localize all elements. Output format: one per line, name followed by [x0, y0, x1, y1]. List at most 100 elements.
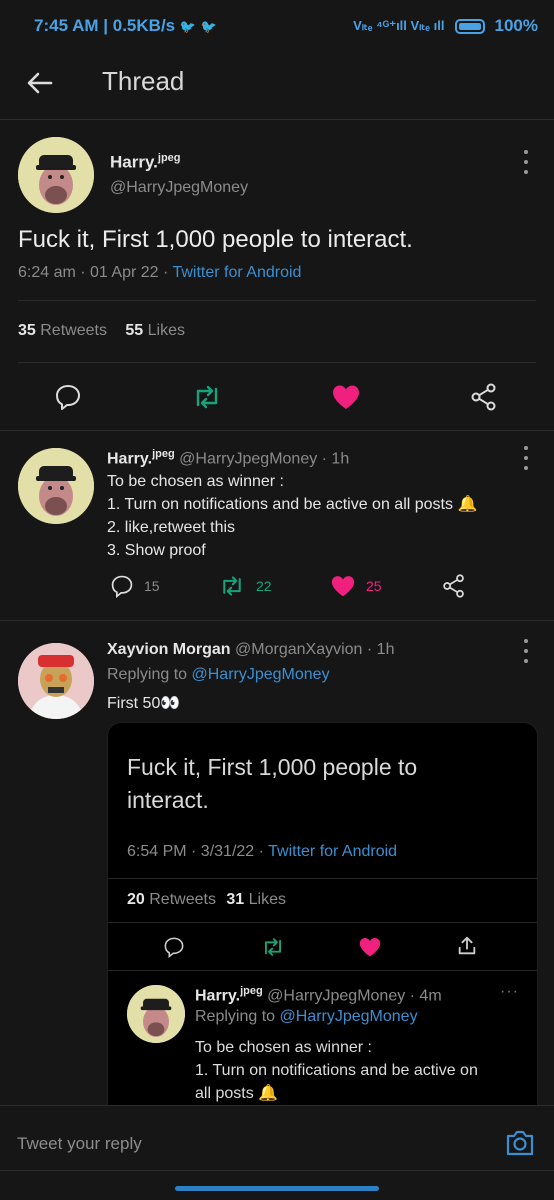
- like-icon: [331, 576, 355, 597]
- quoted-tweet-image[interactable]: Fuck it, First 1,000 people to interact.…: [107, 722, 538, 1122]
- nested-replying-to: Replying to @HarryJpegMoney: [195, 1008, 418, 1026]
- battery-icon: [454, 18, 485, 34]
- share-icon: [443, 574, 464, 598]
- skull-avatar-icon: [18, 643, 94, 719]
- retweet-icon[interactable]: [191, 383, 223, 411]
- more-options-horizontal-icon: ···: [500, 983, 519, 1000]
- retweet-icon: [223, 576, 241, 596]
- reply-line: 1. Turn on notifications and be active o…: [107, 496, 478, 513]
- quoted-timestamp: 6:54 PM · 3/31/22 ·: [127, 843, 269, 860]
- reply-action-retweet[interactable]: 22: [218, 574, 272, 598]
- reply-line: 2. like,retweet this: [107, 519, 236, 536]
- tweet-timestamp: 6:24 am · 01 Apr 22 ·: [18, 264, 173, 281]
- reply-line: all posts 🔔: [195, 1085, 279, 1102]
- tweet-source-link[interactable]: Twitter for Android: [172, 264, 301, 281]
- avatar[interactable]: [18, 643, 94, 719]
- page-title: Thread: [102, 66, 185, 96]
- likes-count: 55: [125, 322, 144, 339]
- nested-text: To be chosen as winner : 1. Turn on noti…: [195, 1036, 525, 1105]
- more-options-icon[interactable]: [516, 639, 536, 663]
- author-handle[interactable]: @HarryJpegMoney: [110, 179, 248, 197]
- quoted-retweet-icon: [260, 936, 286, 963]
- tweet-text: Fuck it, First 1,000 people to interact.: [18, 226, 413, 253]
- avatar[interactable]: [18, 137, 94, 213]
- tweet-meta: 6:24 am · 01 Apr 22 · Twitter for Androi…: [18, 264, 301, 282]
- status-time: 7:45 AM | 0.5KB/s 🐦 🐦: [34, 16, 217, 36]
- quoted-like-icon: [358, 936, 382, 963]
- more-options-icon[interactable]: [516, 150, 536, 174]
- status-bar: 7:45 AM | 0.5KB/s 🐦 🐦 Vₗₜₑ ⁴ᴳ⁺ıll Vₗₜₑ ı…: [0, 0, 554, 50]
- reply-input[interactable]: Tweet your reply: [17, 1134, 477, 1154]
- reply-line: 3. Show proof: [107, 542, 206, 559]
- replying-to-link: @HarryJpegMoney: [279, 1008, 418, 1025]
- likes-label: Likes: [147, 322, 186, 339]
- reply-line: To be chosen as winner :: [195, 1039, 372, 1056]
- quoted-reply-icon: [163, 936, 185, 963]
- twitter-notification-icon: 🐦: [179, 19, 197, 34]
- reply-icon[interactable]: [54, 383, 82, 411]
- status-right: Vₗₜₑ ⁴ᴳ⁺ıll Vₗₜₑ ıll 100%: [353, 16, 538, 36]
- quoted-source-link: Twitter for Android: [268, 843, 398, 860]
- reply-count: 15: [144, 578, 160, 594]
- home-indicator[interactable]: [175, 1186, 379, 1191]
- reply-icon: [111, 575, 133, 598]
- like-count: 25: [366, 578, 382, 594]
- signal-icon: Vₗₜₑ ⁴ᴳ⁺ıll Vₗₜₑ ıll: [353, 18, 445, 33]
- engagement-stats: 35 Retweets 55 Likes: [18, 322, 185, 340]
- divider: [108, 922, 537, 923]
- replying-prefix: Replying to: [107, 666, 192, 683]
- avatar: [127, 985, 185, 1043]
- quoted-meta: 6:54 PM · 3/31/22 · Twitter for Android: [127, 843, 397, 861]
- likes-label: Likes: [248, 891, 287, 908]
- quoted-text: Fuck it, First 1,000 people to interact.: [127, 754, 418, 813]
- reply-line: 1. Turn on notifications and be active o…: [195, 1062, 478, 1079]
- replying-to-link[interactable]: @HarryJpegMoney: [192, 666, 330, 683]
- back-arrow-icon[interactable]: [25, 68, 55, 98]
- quoted-stats: 20 Retweets 31 Likes: [127, 891, 286, 909]
- reply-text: To be chosen as winner : 1. Turn on noti…: [107, 470, 477, 562]
- divider: [108, 970, 537, 971]
- retweets-stat[interactable]: 35 Retweets: [18, 322, 107, 339]
- divider: [18, 362, 536, 363]
- display-name[interactable]: Harry.: [107, 450, 152, 467]
- handle-time: @HarryJpegMoney · 4m: [267, 987, 442, 1005]
- reply-action-share[interactable]: [442, 574, 466, 603]
- handle-time: @MorganXayvion · 1h: [235, 641, 395, 658]
- camera-icon[interactable]: [504, 1128, 536, 1163]
- display-name-suffix: jpeg: [152, 448, 175, 460]
- like-icon[interactable]: [331, 383, 361, 411]
- ape-avatar-icon: [127, 985, 185, 1043]
- divider: [18, 300, 536, 301]
- ape-avatar-icon: [18, 448, 94, 524]
- display-name-suffix: jpeg: [240, 985, 263, 997]
- twitter-notification-icon-2: 🐦: [200, 19, 217, 34]
- likes-stat[interactable]: 55 Likes: [125, 322, 185, 339]
- reply-action-like[interactable]: 25: [330, 574, 382, 598]
- retweets-label: Retweets: [40, 322, 107, 339]
- author-name[interactable]: Harry.jpeg: [110, 152, 181, 173]
- more-options-icon[interactable]: [516, 446, 536, 470]
- replying-prefix: Replying to: [195, 1008, 280, 1025]
- reply-header: Harry.jpeg @HarryJpegMoney · 1h: [107, 448, 349, 468]
- divider: [0, 1170, 554, 1171]
- quoted-upload-icon: [456, 935, 478, 962]
- display-name: Harry.: [110, 152, 158, 172]
- retweet-count: 22: [256, 578, 272, 594]
- ape-avatar-icon: [18, 137, 94, 213]
- battery-percent: 100%: [494, 16, 538, 35]
- nested-header: Harry.jpeg @HarryJpegMoney · 4m: [195, 985, 442, 1005]
- display-name[interactable]: Xayvion Morgan: [107, 641, 231, 658]
- retweets-count: 35: [18, 322, 36, 339]
- reply-line: To be chosen as winner :: [107, 473, 284, 490]
- share-icon[interactable]: [470, 383, 498, 411]
- divider: [0, 430, 554, 431]
- avatar[interactable]: [18, 448, 94, 524]
- divider: [108, 878, 537, 879]
- replying-to: Replying to @HarryJpegMoney: [107, 666, 330, 684]
- reply-action-reply[interactable]: 15: [110, 574, 160, 598]
- display-name-suffix: jpeg: [157, 152, 181, 164]
- reply-text: First 50👀: [107, 695, 181, 712]
- app-bar: Thread: [0, 50, 554, 120]
- time-speed-text: 7:45 AM | 0.5KB/s: [34, 16, 176, 35]
- handle-time: @HarryJpegMoney · 1h: [179, 450, 350, 468]
